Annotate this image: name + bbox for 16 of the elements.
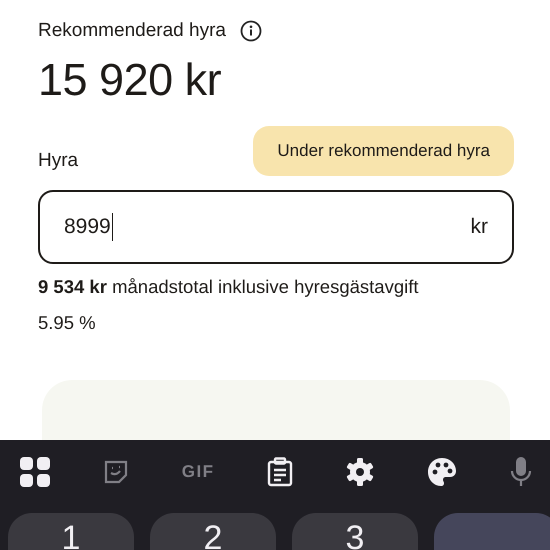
settings-icon[interactable] [346, 458, 374, 486]
rent-label: Hyra [38, 150, 78, 172]
rent-input-field[interactable]: 8999 kr [38, 190, 514, 264]
palette-icon[interactable] [427, 457, 458, 487]
fee-percentage: 5.95 % [38, 312, 97, 334]
monthly-total-text: 9 534 kr månadstotal inklusive hyresgästavgift [38, 276, 420, 298]
apps-grid-icon[interactable] [20, 457, 50, 487]
recommended-rent-label: Rekommenderad hyra [38, 20, 226, 42]
digit-key[interactable]: 2 [150, 513, 276, 550]
info-icon[interactable] [240, 20, 262, 42]
digit-key[interactable]: 1 [8, 513, 134, 550]
digit-key[interactable]: 3 [292, 513, 418, 550]
currency-unit: kr [470, 215, 488, 239]
recommended-rent-amount: 15 920 kr [38, 54, 222, 106]
clipboard-icon[interactable] [267, 457, 294, 487]
status-badge: Under rekommenderad hyra [253, 126, 514, 176]
